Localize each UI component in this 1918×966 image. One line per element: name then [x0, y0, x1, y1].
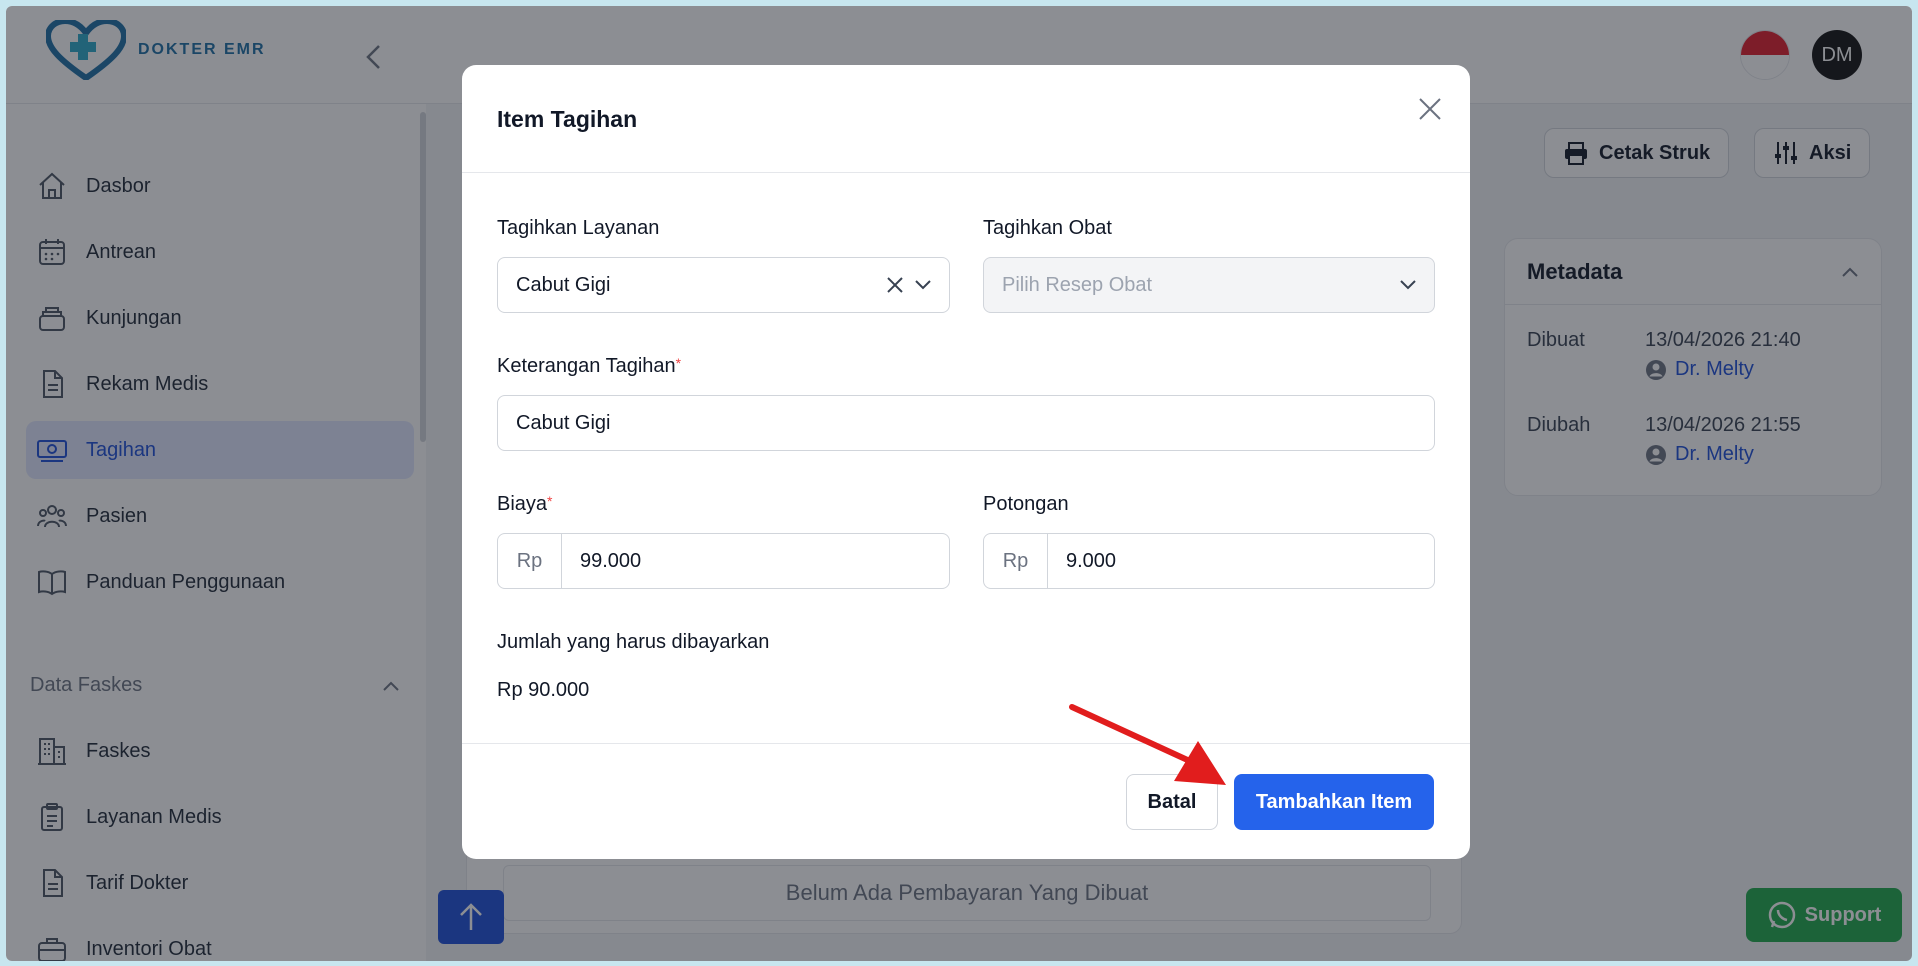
chevron-down-icon [915, 280, 931, 290]
cost-value: 99.000 [580, 549, 642, 572]
description-label: Keterangan Tagihan* [497, 355, 682, 377]
app-window: DOKTER EMR DM Dasbor Antrean Kunjungan R… [6, 6, 1912, 961]
required-asterisk: * [675, 355, 682, 371]
service-value: Cabut Gigi [516, 273, 611, 296]
annotation-arrow-icon [1069, 704, 1226, 785]
chevron-down-icon [1400, 280, 1416, 290]
service-label: Tagihkan Layanan [497, 217, 660, 239]
total-label: Jumlah yang harus dibayarkan [497, 631, 770, 653]
currency-prefix: Rp [498, 534, 562, 588]
dialog-header: Item Tagihan [462, 65, 1470, 173]
discount-input[interactable]: Rp 9.000 [983, 533, 1435, 589]
required-asterisk: * [547, 493, 553, 509]
close-icon [1419, 98, 1441, 120]
clear-icon[interactable] [887, 277, 903, 293]
currency-prefix: Rp [984, 534, 1048, 588]
total-value: Rp 90.000 [497, 679, 590, 701]
drug-select[interactable]: Pilih Resep Obat [983, 257, 1435, 313]
add-item-button[interactable]: Tambahkan Item [1234, 774, 1434, 830]
discount-label: Potongan [983, 493, 1069, 515]
description-value: Cabut Gigi [516, 411, 611, 434]
drug-placeholder: Pilih Resep Obat [1002, 273, 1153, 296]
close-dialog-button[interactable] [1412, 91, 1448, 127]
dialog-footer: Batal Tambahkan Item [462, 743, 1470, 859]
dialog-title: Item Tagihan [497, 106, 638, 132]
billing-item-dialog: Item Tagihan Tagihkan Layanan Cabut Gigi… [462, 65, 1470, 859]
drug-label: Tagihkan Obat [983, 217, 1112, 239]
description-input[interactable]: Cabut Gigi [497, 395, 1435, 451]
discount-value: 9.000 [1066, 549, 1117, 572]
service-select[interactable]: Cabut Gigi [497, 257, 950, 313]
cost-input[interactable]: Rp 99.000 [497, 533, 950, 589]
cost-label: Biaya* [497, 493, 553, 515]
